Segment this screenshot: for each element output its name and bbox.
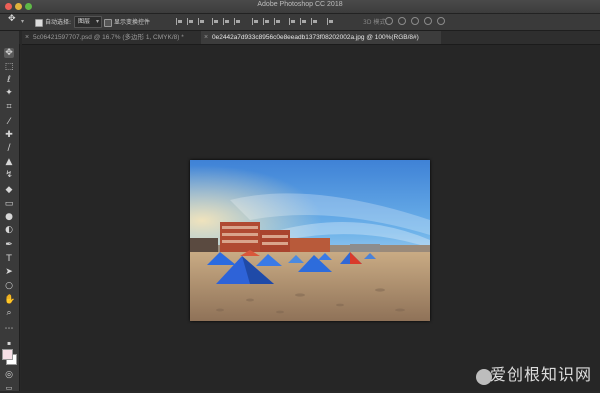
mode-3d-label: 3D 模式: xyxy=(363,19,388,26)
tab-label: 5c06421597707.psd @ 16.7% (多边形 1, CMYK/8… xyxy=(33,34,184,41)
scale-3d-icon[interactable] xyxy=(437,17,445,25)
align-bottom-icon[interactable] xyxy=(198,18,205,25)
chevron-down-icon: ▾ xyxy=(95,18,99,25)
distribute-top-icon[interactable] xyxy=(252,18,259,25)
dodge-tool-icon[interactable]: ◐ xyxy=(4,225,14,235)
title-bar: Adobe Photoshop CC 2018 xyxy=(0,0,600,14)
rectangle-tool-icon[interactable]: ○ xyxy=(4,281,14,291)
distribute-horizontal-center-icon[interactable] xyxy=(300,18,307,25)
tab-document-psd[interactable]: × 5c06421597707.psd @ 16.7% (多边形 1, CMYK… xyxy=(22,31,200,44)
toolbox-header xyxy=(0,31,19,44)
eraser-tool-icon[interactable]: ◆ xyxy=(4,185,14,195)
watermark-text: 爱创根知识网 xyxy=(489,365,592,384)
more-tools-icon[interactable]: ⋯ xyxy=(4,324,14,334)
screen-mode-icon[interactable]: ▭ xyxy=(4,383,14,393)
show-transform-label: 显示变换控件 xyxy=(114,19,151,26)
zoom-tool-icon[interactable]: ⌕ xyxy=(4,308,14,318)
close-icon[interactable]: × xyxy=(204,31,208,44)
healing-brush-tool-icon[interactable]: ✚ xyxy=(4,130,14,140)
tool-preset-chevron-icon[interactable]: ▾ xyxy=(21,18,24,25)
align-horizontal-center-icon[interactable] xyxy=(223,18,230,25)
distribute-vertical-center-icon[interactable] xyxy=(263,18,270,25)
slide-3d-icon[interactable] xyxy=(424,17,432,25)
auto-select-label: 自动选择: xyxy=(45,19,72,26)
move-tool-icon[interactable]: ✥ xyxy=(8,14,16,24)
eyedropper-tool-icon[interactable]: ⁄ xyxy=(4,117,14,127)
gradient-tool-icon[interactable]: ▭ xyxy=(4,199,14,209)
tab-document-jpg[interactable]: × 0e2442a7d933c8956c0e8eeadb1373f0820200… xyxy=(201,31,441,44)
default-colors-icon[interactable]: ▪ xyxy=(4,339,14,349)
crop-tool-icon[interactable]: ⌗ xyxy=(4,102,14,112)
auto-select-checkbox[interactable]: 自动选择: xyxy=(35,17,71,27)
distribute-right-icon[interactable] xyxy=(311,18,318,25)
path-selection-tool-icon[interactable]: ➤ xyxy=(4,267,14,277)
beach-tents-photo xyxy=(190,160,430,321)
history-brush-tool-icon[interactable]: ↯ xyxy=(4,170,14,180)
lasso-tool-icon[interactable]: ℓ xyxy=(4,75,14,85)
brush-tool-icon[interactable]: ∕ xyxy=(4,143,14,153)
align-right-icon[interactable] xyxy=(234,18,241,25)
magic-wand-tool-icon[interactable]: ✦ xyxy=(4,88,14,98)
move-tool-icon[interactable]: ✥ xyxy=(4,48,14,58)
close-icon[interactable]: × xyxy=(25,31,29,44)
tab-label: 0e2442a7d933c8956c0e8eeadb1373f08202002a… xyxy=(212,34,419,41)
marquee-tool-icon[interactable]: ⬚ xyxy=(4,62,14,72)
hand-tool-icon[interactable]: ✋ xyxy=(4,295,15,305)
distribute-bottom-icon[interactable] xyxy=(274,18,281,25)
align-top-icon[interactable] xyxy=(176,18,183,25)
orbit-3d-icon[interactable] xyxy=(385,17,393,25)
align-vertical-center-icon[interactable] xyxy=(187,18,194,25)
show-transform-checkbox[interactable]: 显示变换控件 xyxy=(104,17,150,27)
pan-3d-icon[interactable] xyxy=(411,17,419,25)
options-bar: ✥ ▾ 自动选择: 图层 ▾ 显示变换控件 3D 模式: xyxy=(0,14,600,31)
type-tool-icon[interactable]: T xyxy=(4,254,14,264)
checkbox-checked-icon xyxy=(35,18,43,27)
clone-stamp-tool-icon[interactable]: ▲ xyxy=(4,157,14,167)
auto-align-layers-icon[interactable] xyxy=(327,18,334,25)
align-left-icon[interactable] xyxy=(212,18,219,25)
toolbox: ✥ ⬚ ℓ ✦ ⌗ ⁄ ✚ ∕ ▲ ↯ ◆ ▭ ● ◐ ✒ T ➤ ○ ✋ ⌕ … xyxy=(0,44,20,393)
document-canvas-image[interactable] xyxy=(190,160,430,321)
foreground-color-swatch[interactable] xyxy=(2,349,13,360)
pen-tool-icon[interactable]: ✒ xyxy=(4,240,14,250)
document-tab-bar: × 5c06421597707.psd @ 16.7% (多边形 1, CMYK… xyxy=(22,31,600,45)
quick-mask-icon[interactable]: ◎ xyxy=(4,370,14,380)
app-title: Adobe Photoshop CC 2018 xyxy=(257,1,343,8)
checkbox-unchecked-icon xyxy=(104,18,112,27)
roll-3d-icon[interactable] xyxy=(398,17,406,25)
auto-select-target-value: 图层 xyxy=(78,18,91,25)
distribute-left-icon[interactable] xyxy=(289,18,296,25)
auto-select-target-dropdown[interactable]: 图层 ▾ xyxy=(74,16,102,28)
blur-tool-icon[interactable]: ● xyxy=(4,212,14,222)
